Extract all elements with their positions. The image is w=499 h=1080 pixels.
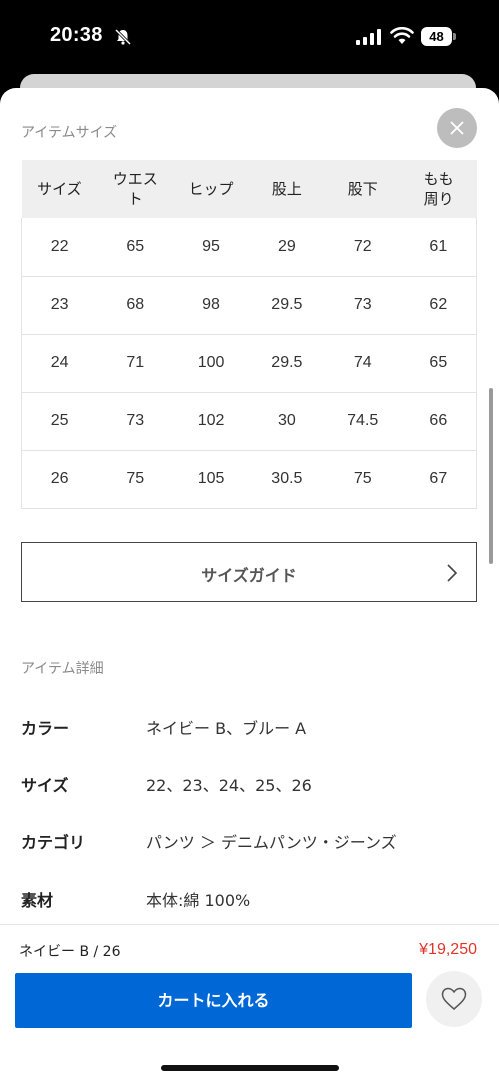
header-line: もも [423, 170, 454, 188]
header-line: 周り [423, 190, 454, 208]
size-table-row: 22 65 95 29 72 61 [21, 218, 477, 277]
size-table-cell: 25 [21, 392, 98, 451]
detail-key: サイズ [21, 776, 69, 795]
size-table-row: 23 68 98 29.5 73 62 [21, 276, 477, 335]
bell-muted-icon [114, 28, 132, 46]
size-table-cell: 67 [400, 450, 477, 509]
header-line: ヒップ [188, 180, 234, 198]
size-table-cell: 71 [97, 334, 174, 393]
header-line: ウエス [112, 170, 158, 188]
selected-variant: ネイビー B / 26 [19, 944, 121, 960]
size-table-cell: 95 [173, 218, 249, 277]
size-table-header-cell: ウエスト [97, 160, 174, 218]
close-icon [450, 121, 464, 135]
detail-value: 22、23、24、25、26 [146, 776, 312, 795]
size-table-cell: 29.5 [248, 334, 325, 393]
size-table-cell: 98 [173, 276, 249, 335]
size-table-cell: 68 [97, 276, 174, 335]
status-time: 20:38 [50, 24, 103, 46]
size-guide-button[interactable]: サイズガイド [21, 542, 477, 602]
size-table-cell: 73 [97, 392, 174, 451]
size-guide-label: サイズガイド [201, 566, 297, 585]
detail-value: パンツ ＞ デニムパンツ・ジーンズ [146, 833, 397, 852]
size-table-cell: 22 [21, 218, 98, 277]
wifi-icon [390, 27, 414, 44]
size-section-title: アイテムサイズ [21, 125, 118, 141]
scrollbar[interactable] [489, 388, 493, 564]
size-table-cell: 74 [324, 334, 401, 393]
battery-tip [453, 33, 456, 40]
detail-value: ネイビー B、ブルー A [146, 719, 307, 738]
header-line: 股下 [347, 180, 378, 198]
detail-key: 素材 [21, 891, 54, 910]
header-line: サイズ [37, 180, 82, 198]
size-table-cell: 65 [97, 218, 174, 277]
size-table-header-cell: サイズ [21, 160, 98, 218]
size-table-row: 25 73 102 30 74.5 66 [21, 392, 477, 451]
size-table-header-cell: 股上 [248, 160, 325, 218]
size-table-cell: 61 [400, 218, 477, 277]
detail-row-category: カテゴリ パンツ ＞ デニムパンツ・ジーンズ [21, 829, 477, 853]
detail-section-title: アイテム詳細 [21, 661, 104, 677]
chevron-right-icon [447, 564, 458, 582]
purchase-bar: ネイビー B / 26 ¥19,250 カートに入れる [0, 924, 499, 1080]
header-line: 股上 [271, 180, 302, 198]
size-table-cell: 24 [21, 334, 98, 393]
battery-level: 48 [421, 27, 452, 46]
size-table-cell: 72 [324, 218, 401, 277]
detail-key: カテゴリ [21, 833, 86, 852]
close-button[interactable] [437, 108, 477, 148]
favorite-button[interactable] [426, 971, 482, 1027]
detail-row-material: 素材 本体:綿 100% [21, 887, 477, 911]
size-table-cell: 62 [400, 276, 477, 335]
status-bar: 20:38 48 [0, 0, 499, 72]
size-table-cell: 75 [324, 450, 401, 509]
size-table: サイズ ウエストヒップ 股上 股下 もも 周り 22 65 95 29 72 61 23 68 98 29.… [21, 160, 477, 509]
home-indicator[interactable] [161, 1065, 339, 1071]
size-table-cell: 75 [97, 450, 174, 509]
size-table-header-cell: 股下 [324, 160, 401, 218]
heart-icon [441, 987, 467, 1010]
size-table-cell: 29.5 [248, 276, 325, 335]
signal-icon [356, 29, 381, 45]
size-table-cell: 73 [324, 276, 401, 335]
size-table-row: 24 71 100 29.5 74 65 [21, 334, 477, 393]
detail-row-color: カラー ネイビー B、ブルー A [21, 715, 477, 739]
header-line: ト [127, 190, 143, 208]
price: ¥19,250 [419, 941, 477, 958]
size-table-cell: 30.5 [248, 450, 325, 509]
size-table-cell: 26 [21, 450, 98, 509]
size-table-header: サイズ ウエストヒップ 股上 股下 もも 周り [21, 160, 477, 218]
size-table-cell: 74.5 [324, 392, 401, 451]
size-table-row: 26 75 105 30.5 75 67 [21, 450, 477, 509]
add-to-cart-button[interactable]: カートに入れる [15, 973, 412, 1028]
size-table-cell: 100 [173, 334, 249, 393]
size-table-cell: 105 [173, 450, 249, 509]
detail-key: カラー [21, 719, 70, 738]
size-table-header-cell: ヒップ [173, 160, 249, 218]
size-table-cell: 30 [248, 392, 325, 451]
size-table-cell: 29 [248, 218, 325, 277]
size-table-cell: 102 [173, 392, 249, 451]
size-table-header-cell: もも 周り [400, 160, 477, 218]
size-table-cell: 23 [21, 276, 98, 335]
battery-indicator: 48 [421, 27, 456, 46]
detail-row-size: サイズ 22、23、24、25、26 [21, 772, 477, 796]
detail-value: 本体:綿 100% [146, 891, 251, 910]
size-table-cell: 66 [400, 392, 477, 451]
size-table-cell: 65 [400, 334, 477, 393]
